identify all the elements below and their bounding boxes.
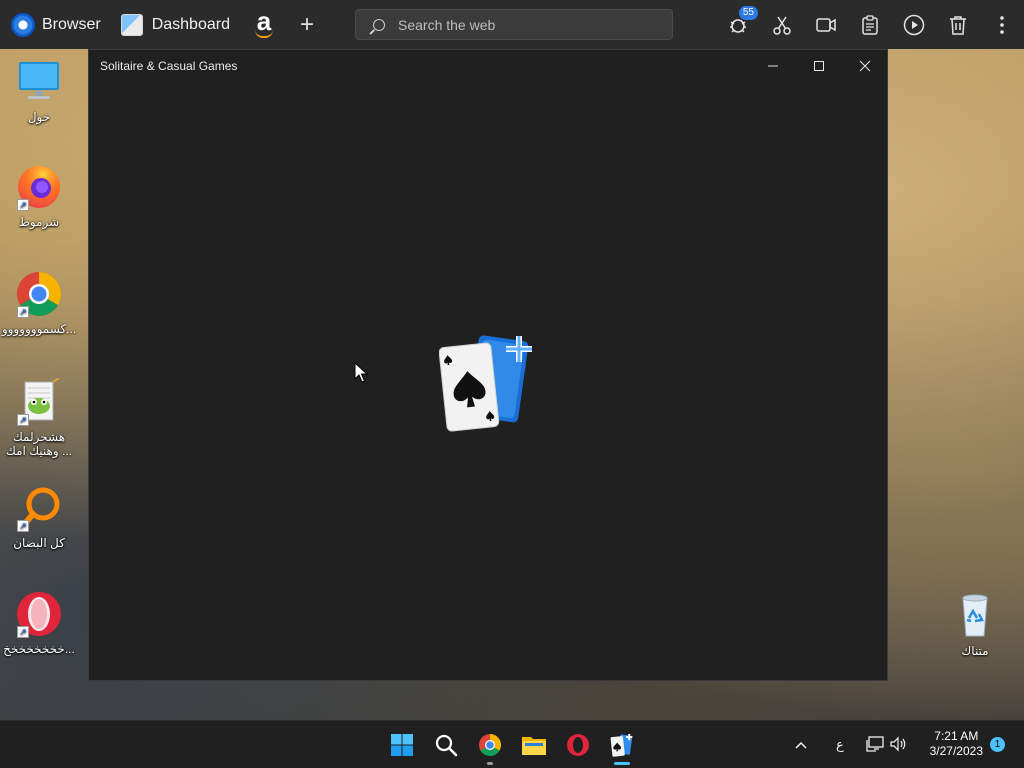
search-icon [373, 18, 385, 31]
notification-badge: 55 [738, 5, 758, 20]
minimize-icon [768, 65, 778, 66]
window-titlebar[interactable]: Solitaire & Casual Games [89, 50, 887, 81]
maximize-icon [814, 60, 824, 71]
desktop-icon-this-pc[interactable]: خول [0, 58, 78, 124]
network-icon [866, 735, 884, 752]
minimize-button[interactable] [750, 50, 796, 81]
desktop-icon-label: كسمووووووو... [1, 322, 77, 336]
trash-icon [950, 15, 966, 35]
chrome-icon [479, 734, 501, 756]
browser-menu[interactable]: Browser [0, 0, 101, 49]
taskbar: ع 7:21 AM 3/27/2023 1 [0, 720, 1024, 768]
desktop-icon-opera[interactable]: ↗ خخخخخخخخ... [0, 590, 78, 656]
dashboard-button[interactable]: Dashboard [101, 0, 230, 49]
close-button[interactable] [842, 50, 888, 81]
shortcut-arrow-icon: ↗ [17, 306, 29, 318]
running-indicator [487, 762, 493, 765]
browser-logo-icon [11, 12, 35, 37]
desktop-icon-label: خول [27, 110, 51, 124]
maximize-button[interactable] [796, 50, 842, 81]
orange-magnifier-icon: ↗ [15, 484, 63, 532]
shortcut-arrow-icon: ↗ [17, 626, 29, 638]
desktop-icon-chrome[interactable]: ↗ كسمووووووو... [0, 270, 78, 336]
toolbar-actions: 55 [716, 0, 1024, 49]
browser-label: Browser [42, 15, 101, 33]
search-input[interactable]: Search the web [355, 9, 673, 40]
desktop-icon-label: خخخخخخخخ... [3, 642, 75, 656]
more-vertical-icon [1000, 15, 1004, 34]
desktop-icon-search-app[interactable]: ↗ كل البضان [0, 484, 78, 550]
desktop-icon-label: كل البضان [13, 536, 65, 550]
language-indicator[interactable]: ع [836, 737, 844, 753]
video-camera-icon [816, 17, 836, 32]
amazon-icon: a [252, 8, 276, 40]
search-placeholder: Search the web [398, 16, 496, 33]
desktop-icon-firefox[interactable]: ↗ شرموط [0, 163, 78, 229]
opera-icon: ↗ [15, 590, 63, 638]
amazon-shortcut[interactable]: a [230, 0, 276, 49]
shortcut-arrow-icon: ↗ [17, 520, 29, 532]
show-hidden-icons-button[interactable] [790, 738, 812, 752]
desktop-icon-label: متناك [961, 644, 989, 658]
volume-button[interactable] [890, 736, 908, 755]
speaker-icon [890, 736, 906, 751]
close-icon [859, 60, 871, 71]
chevron-up-icon [795, 741, 807, 749]
notification-center-badge[interactable]: 1 [990, 737, 1005, 752]
start-button[interactable] [380, 721, 424, 768]
trash-button[interactable] [947, 14, 969, 36]
more-menu-button[interactable] [991, 14, 1013, 36]
clipboard-button[interactable] [859, 14, 881, 36]
scissors-button[interactable] [771, 14, 793, 36]
solitaire-splash-logo [438, 332, 539, 432]
video-button[interactable] [815, 14, 837, 36]
browser-toolbar: Browser Dashboard a + Search the web 55 [0, 0, 1024, 49]
clock-time: 7:21 AM [934, 729, 979, 743]
shortcut-arrow-icon: ↗ [17, 414, 29, 426]
mouse-cursor-icon [354, 361, 369, 389]
taskbar-solitaire[interactable] [600, 721, 644, 768]
extensions-button[interactable]: 55 [727, 5, 758, 36]
system-tray: ع [790, 721, 908, 768]
shortcut-arrow-icon: ↗ [17, 199, 29, 211]
recycle-bin-icon [951, 592, 999, 640]
play-icon [903, 14, 925, 35]
solitaire-window[interactable]: Solitaire & Casual Games [88, 49, 888, 681]
folder-icon [522, 737, 546, 755]
chrome-icon: ↗ [15, 270, 63, 318]
desktop-icon-label: شرموط [18, 215, 60, 229]
windows-logo-icon [391, 734, 413, 756]
plus-icon: + [299, 10, 314, 38]
solitaire-cards-icon [610, 733, 633, 757]
monitor-icon [15, 58, 63, 106]
new-tab-button[interactable]: + [300, 0, 324, 49]
scissors-icon [773, 16, 791, 35]
taskbar-search-button[interactable] [424, 721, 468, 768]
network-button[interactable] [866, 735, 884, 755]
dashboard-icon [120, 13, 143, 36]
search-icon [435, 734, 458, 757]
play-button[interactable] [903, 14, 925, 36]
clock-date: 3/27/2023 [929, 744, 983, 758]
taskbar-opera[interactable] [556, 721, 600, 768]
taskbar-file-explorer[interactable] [512, 721, 556, 768]
window-title: Solitaire & Casual Games [100, 58, 238, 73]
clipboard-icon [862, 14, 878, 35]
desktop-icon-notepad[interactable]: ↗ هشخرلمك وهنيك امك ... [0, 377, 78, 458]
firefox-icon: ↗ [15, 163, 63, 211]
opera-icon [567, 734, 589, 756]
taskbar-chrome[interactable] [468, 721, 512, 768]
dashboard-label: Dashboard [151, 15, 230, 33]
active-indicator [614, 762, 630, 765]
desktop-icon-label: هشخرلمك وهنيك امك ... [5, 430, 73, 458]
notepad-frog-icon: ↗ [15, 377, 63, 426]
solitaire-cards-icon [438, 335, 532, 432]
desktop-icon-recycle-bin[interactable]: متناك [936, 592, 1014, 658]
taskbar-clock[interactable]: 7:21 AM 3/27/2023 [930, 729, 983, 759]
